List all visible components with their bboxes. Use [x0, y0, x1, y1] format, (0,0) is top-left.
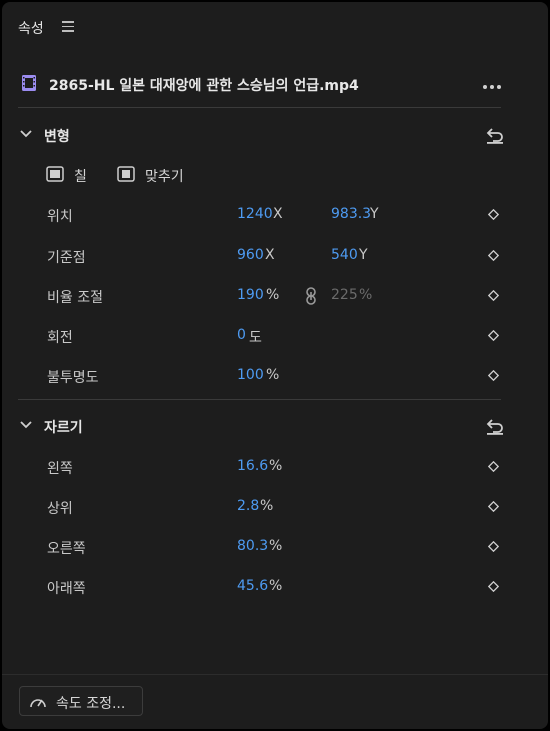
rotation-unit: 도 — [249, 330, 262, 346]
keyframe-icon[interactable] — [488, 581, 499, 592]
divider — [18, 107, 501, 108]
fill-button[interactable]: 칠 — [46, 164, 106, 186]
speed-adjust-button[interactable]: 속도 조정... — [19, 686, 143, 716]
fit-button[interactable]: 맞추기 — [117, 164, 207, 186]
scale-width-value[interactable]: 190 — [237, 287, 264, 303]
crop-top-row: 상위 2.8 % — [2, 494, 548, 520]
panel-title: 속성 — [18, 21, 44, 37]
fill-label: 칠 — [74, 169, 87, 185]
reset-icon[interactable] — [484, 125, 506, 145]
crop-left-value[interactable]: 16.6 — [237, 458, 268, 474]
crop-right-row: 오른쪽 80.3 % — [2, 534, 548, 560]
link-icon[interactable] — [305, 287, 317, 305]
fit-options: 칠 맞추기 — [2, 162, 548, 188]
transform-section-header[interactable]: 변형 — [2, 121, 548, 151]
anchor-row: 기준점 960 X 540 Y — [2, 243, 548, 269]
crop-section-header[interactable]: 자르기 — [2, 412, 548, 442]
scale-row: 비율 조절 190 % 225 % — [2, 283, 548, 309]
position-x-value[interactable]: 1240 — [237, 206, 273, 222]
scale-label: 비율 조절 — [47, 290, 103, 306]
clip-header: 2865-HL 일본 대재앙에 관한 스승님의 언급.mp4 — [2, 64, 548, 108]
keyframe-icon[interactable] — [488, 250, 499, 261]
panel-header: 속성 — [2, 2, 548, 54]
position-y-value[interactable]: 983.3 — [331, 206, 371, 222]
crop-title: 자르기 — [44, 420, 83, 436]
opacity-unit: % — [266, 367, 280, 383]
more-options-icon[interactable] — [483, 77, 507, 91]
crop-left-label: 왼쪽 — [47, 461, 73, 477]
speed-adjust-label: 속도 조정... — [56, 696, 126, 712]
chevron-down-icon[interactable] — [20, 130, 32, 138]
scale-height-value: 225 — [331, 287, 358, 303]
footer-divider — [2, 674, 548, 675]
position-x-unit: X — [273, 206, 283, 222]
position-row: 위치 1240 X 983.3 Y — [2, 202, 548, 228]
keyframe-icon[interactable] — [488, 330, 499, 341]
transform-title: 변형 — [44, 129, 70, 145]
crop-right-unit: % — [269, 538, 283, 554]
anchor-y-unit: Y — [359, 247, 368, 263]
position-y-unit: Y — [370, 206, 379, 222]
keyframe-icon[interactable] — [488, 541, 499, 552]
crop-top-unit: % — [260, 498, 274, 514]
rotation-value[interactable]: 0 — [237, 327, 246, 343]
crop-left-row: 왼쪽 16.6 % — [2, 454, 548, 480]
scale-height-unit: % — [359, 287, 373, 303]
keyframe-icon[interactable] — [488, 370, 499, 381]
video-clip-icon — [22, 75, 36, 91]
rotation-label: 회전 — [47, 330, 73, 346]
rotation-row: 회전 0 도 — [2, 323, 548, 349]
fit-icon — [117, 166, 135, 182]
anchor-x-value[interactable]: 960 — [237, 247, 264, 263]
chevron-down-icon[interactable] — [20, 421, 32, 429]
keyframe-icon[interactable] — [488, 501, 499, 512]
crop-top-value[interactable]: 2.8 — [237, 498, 259, 514]
crop-bottom-unit: % — [269, 578, 283, 594]
keyframe-icon[interactable] — [488, 290, 499, 301]
fit-label: 맞추기 — [145, 169, 184, 185]
reset-icon[interactable] — [484, 416, 506, 436]
crop-right-label: 오른쪽 — [47, 541, 86, 557]
clip-name: 2865-HL 일본 대재앙에 관한 스승님의 언급.mp4 — [49, 78, 359, 94]
crop-bottom-value[interactable]: 45.6 — [237, 578, 268, 594]
anchor-y-value[interactable]: 540 — [331, 247, 358, 263]
anchor-x-unit: X — [265, 247, 275, 263]
crop-bottom-label: 아래쪽 — [47, 581, 86, 597]
hamburger-menu-icon[interactable] — [62, 21, 74, 32]
crop-top-label: 상위 — [47, 501, 73, 517]
crop-right-value[interactable]: 80.3 — [237, 538, 268, 554]
properties-panel: 속성 2865-HL 일본 대재앙에 관한 스승님의 언급.mp4 변형 칠 맞… — [2, 2, 548, 729]
fill-icon — [46, 166, 64, 182]
keyframe-icon[interactable] — [488, 461, 499, 472]
crop-left-unit: % — [269, 458, 283, 474]
opacity-value[interactable]: 100 — [237, 367, 264, 383]
divider — [18, 399, 501, 400]
position-label: 위치 — [47, 209, 73, 225]
scale-width-unit: % — [266, 287, 280, 303]
keyframe-icon[interactable] — [488, 209, 499, 220]
speedometer-icon — [30, 699, 46, 708]
anchor-label: 기준점 — [47, 250, 86, 266]
crop-bottom-row: 아래쪽 45.6 % — [2, 574, 548, 600]
opacity-label: 불투명도 — [47, 370, 99, 386]
opacity-row: 불투명도 100 % — [2, 363, 548, 389]
